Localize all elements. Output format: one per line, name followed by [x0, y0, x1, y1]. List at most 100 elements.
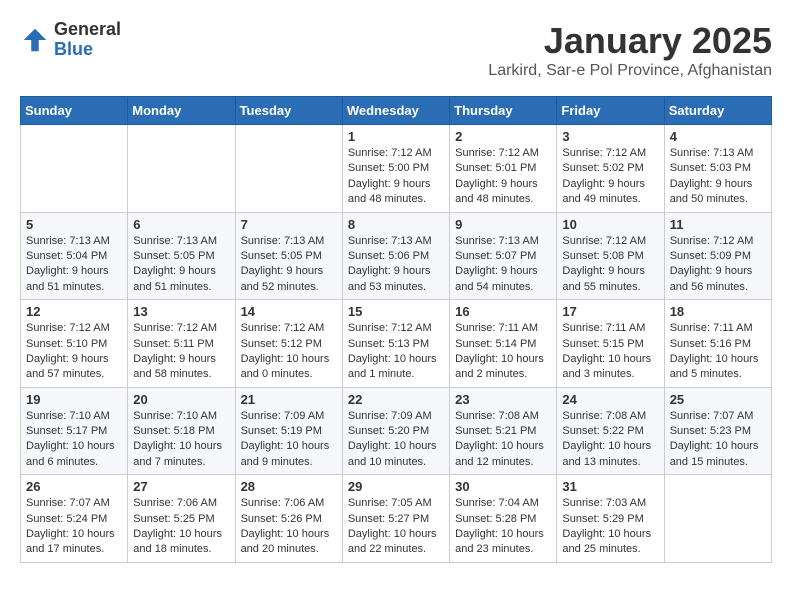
day-info: Sunrise: 7:12 AM Sunset: 5:09 PM Dayligh…	[670, 234, 766, 296]
calendar-week-row: 12 Sunrise: 7:12 AM Sunset: 5:10 PM Dayli…	[21, 300, 772, 388]
calendar-cell: 4Sunrise: 7:13 AM Sunset: 5:03 PM Daylig…	[664, 125, 771, 213]
day-info: Sunrise: 7:09 AM Sunset: 5:19 PM Dayligh…	[241, 409, 337, 471]
day-info: Sunrise: 7:13 AM Sunset: 5:06 PM Dayligh…	[348, 234, 444, 296]
calendar-header-sunday: Sunday	[21, 97, 128, 125]
day-info: Sunrise: 7:13 AM Sunset: 5:05 PM Dayligh…	[133, 234, 229, 296]
title-section: January 2025 Larkird, Sar-e Pol Province…	[488, 20, 772, 80]
calendar-header-tuesday: Tuesday	[235, 97, 342, 125]
calendar-cell: 1 Sunrise: 7:12 AM Sunset: 5:00 PM Daylig…	[342, 125, 449, 213]
day-info: Sunrise: 7:06 AM Sunset: 5:25 PM Dayligh…	[133, 496, 229, 558]
day-number: 8	[348, 217, 444, 232]
day-number: 29	[348, 479, 444, 494]
calendar-cell: 23 Sunrise: 7:08 AM Sunset: 5:21 PM Dayli…	[450, 387, 557, 475]
day-number: 4	[670, 129, 766, 144]
day-info: Sunrise: 7:12 AM Sunset: 5:00 PM Dayligh…	[348, 146, 444, 208]
calendar-cell: 9 Sunrise: 7:13 AM Sunset: 5:07 PM Daylig…	[450, 212, 557, 300]
day-number: 21	[241, 392, 337, 407]
day-number: 26	[26, 479, 122, 494]
calendar-cell	[235, 125, 342, 213]
day-number: 1	[348, 129, 444, 144]
day-number: 9	[455, 217, 551, 232]
day-info: Sunrise: 7:10 AM Sunset: 5:17 PM Dayligh…	[26, 409, 122, 471]
calendar-cell: 29 Sunrise: 7:05 AM Sunset: 5:27 PM Dayli…	[342, 475, 449, 563]
calendar-header-friday: Friday	[557, 97, 664, 125]
day-number: 15	[348, 304, 444, 319]
day-number: 12	[26, 304, 122, 319]
calendar-cell: 21 Sunrise: 7:09 AM Sunset: 5:19 PM Dayli…	[235, 387, 342, 475]
day-info: Sunrise: 7:07 AM Sunset: 5:23 PM Dayligh…	[670, 409, 766, 471]
day-info: Sunrise: 7:12 AM Sunset: 5:12 PM Dayligh…	[241, 321, 337, 383]
day-info: Sunrise: 7:13 AM Sunset: 5:07 PM Dayligh…	[455, 234, 551, 296]
day-info: Sunrise: 7:03 AM Sunset: 5:29 PM Dayligh…	[562, 496, 658, 558]
calendar-cell: 3Sunrise: 7:12 AM Sunset: 5:02 PM Daylig…	[557, 125, 664, 213]
calendar-cell	[21, 125, 128, 213]
calendar-week-row: 5 Sunrise: 7:13 AM Sunset: 5:04 PM Daylig…	[21, 212, 772, 300]
calendar-header-wednesday: Wednesday	[342, 97, 449, 125]
day-info: Sunrise: 7:08 AM Sunset: 5:22 PM Dayligh…	[562, 409, 658, 471]
day-info: Sunrise: 7:06 AM Sunset: 5:26 PM Dayligh…	[241, 496, 337, 558]
calendar-cell	[664, 475, 771, 563]
calendar-cell: 16 Sunrise: 7:11 AM Sunset: 5:14 PM Dayli…	[450, 300, 557, 388]
calendar-cell: 20 Sunrise: 7:10 AM Sunset: 5:18 PM Dayli…	[128, 387, 235, 475]
calendar-cell: 27 Sunrise: 7:06 AM Sunset: 5:25 PM Dayli…	[128, 475, 235, 563]
day-info: Sunrise: 7:12 AM Sunset: 5:01 PM Dayligh…	[455, 146, 551, 208]
header: General Blue January 2025 Larkird, Sar-e…	[20, 20, 772, 80]
day-info: Sunrise: 7:12 AM Sunset: 5:11 PM Dayligh…	[133, 321, 229, 383]
day-number: 10	[562, 217, 658, 232]
day-number: 5	[26, 217, 122, 232]
calendar-cell: 28 Sunrise: 7:06 AM Sunset: 5:26 PM Dayli…	[235, 475, 342, 563]
day-info: Sunrise: 7:12 AM Sunset: 5:10 PM Dayligh…	[26, 321, 122, 383]
day-number: 31	[562, 479, 658, 494]
calendar-cell: 15 Sunrise: 7:12 AM Sunset: 5:13 PM Dayli…	[342, 300, 449, 388]
calendar-cell: 5 Sunrise: 7:13 AM Sunset: 5:04 PM Daylig…	[21, 212, 128, 300]
day-number: 18	[670, 304, 766, 319]
day-info: Sunrise: 7:13 AM Sunset: 5:04 PM Dayligh…	[26, 234, 122, 296]
calendar-cell: 24 Sunrise: 7:08 AM Sunset: 5:22 PM Dayli…	[557, 387, 664, 475]
day-info: Sunrise: 7:09 AM Sunset: 5:20 PM Dayligh…	[348, 409, 444, 471]
day-info: Sunrise: 7:12 AM Sunset: 5:13 PM Dayligh…	[348, 321, 444, 383]
day-info: Sunrise: 7:11 AM Sunset: 5:14 PM Dayligh…	[455, 321, 551, 383]
day-number: 25	[670, 392, 766, 407]
day-info: Sunrise: 7:07 AM Sunset: 5:24 PM Dayligh…	[26, 496, 122, 558]
day-info: Sunrise: 7:13 AM Sunset: 5:05 PM Dayligh…	[241, 234, 337, 296]
day-number: 16	[455, 304, 551, 319]
calendar-cell: 25 Sunrise: 7:07 AM Sunset: 5:23 PM Dayli…	[664, 387, 771, 475]
calendar-week-row: 26 Sunrise: 7:07 AM Sunset: 5:24 PM Dayli…	[21, 475, 772, 563]
day-number: 24	[562, 392, 658, 407]
day-number: 30	[455, 479, 551, 494]
calendar-cell: 18 Sunrise: 7:11 AM Sunset: 5:16 PM Dayli…	[664, 300, 771, 388]
logo-icon	[20, 25, 50, 55]
day-number: 13	[133, 304, 229, 319]
calendar-cell: 22Sunrise: 7:09 AM Sunset: 5:20 PM Dayli…	[342, 387, 449, 475]
day-number: 17	[562, 304, 658, 319]
logo-text: General Blue	[54, 20, 121, 60]
day-number: 14	[241, 304, 337, 319]
calendar-cell: 10 Sunrise: 7:12 AM Sunset: 5:08 PM Dayli…	[557, 212, 664, 300]
month-title: January 2025	[488, 20, 772, 62]
calendar-header-thursday: Thursday	[450, 97, 557, 125]
calendar-week-row: 1 Sunrise: 7:12 AM Sunset: 5:00 PM Daylig…	[21, 125, 772, 213]
calendar-cell: 12 Sunrise: 7:12 AM Sunset: 5:10 PM Dayli…	[21, 300, 128, 388]
day-number: 23	[455, 392, 551, 407]
calendar-table: SundayMondayTuesdayWednesdayThursdayFrid…	[20, 96, 772, 563]
day-number: 20	[133, 392, 229, 407]
day-info: Sunrise: 7:05 AM Sunset: 5:27 PM Dayligh…	[348, 496, 444, 558]
calendar-cell	[128, 125, 235, 213]
calendar-cell: 17Sunrise: 7:11 AM Sunset: 5:15 PM Dayli…	[557, 300, 664, 388]
logo-general-text: General	[54, 20, 121, 40]
day-info: Sunrise: 7:11 AM Sunset: 5:16 PM Dayligh…	[670, 321, 766, 383]
day-number: 19	[26, 392, 122, 407]
day-number: 6	[133, 217, 229, 232]
calendar-cell: 26 Sunrise: 7:07 AM Sunset: 5:24 PM Dayli…	[21, 475, 128, 563]
day-info: Sunrise: 7:12 AM Sunset: 5:08 PM Dayligh…	[562, 234, 658, 296]
day-number: 27	[133, 479, 229, 494]
logo-blue-text: Blue	[54, 40, 121, 60]
day-info: Sunrise: 7:08 AM Sunset: 5:21 PM Dayligh…	[455, 409, 551, 471]
day-info: Sunrise: 7:10 AM Sunset: 5:18 PM Dayligh…	[133, 409, 229, 471]
calendar-cell: 7Sunrise: 7:13 AM Sunset: 5:05 PM Daylig…	[235, 212, 342, 300]
calendar-cell: 8 Sunrise: 7:13 AM Sunset: 5:06 PM Daylig…	[342, 212, 449, 300]
calendar-cell: 13 Sunrise: 7:12 AM Sunset: 5:11 PM Dayli…	[128, 300, 235, 388]
day-number: 28	[241, 479, 337, 494]
day-info: Sunrise: 7:12 AM Sunset: 5:02 PM Dayligh…	[562, 146, 658, 208]
calendar-cell: 19 Sunrise: 7:10 AM Sunset: 5:17 PM Dayli…	[21, 387, 128, 475]
